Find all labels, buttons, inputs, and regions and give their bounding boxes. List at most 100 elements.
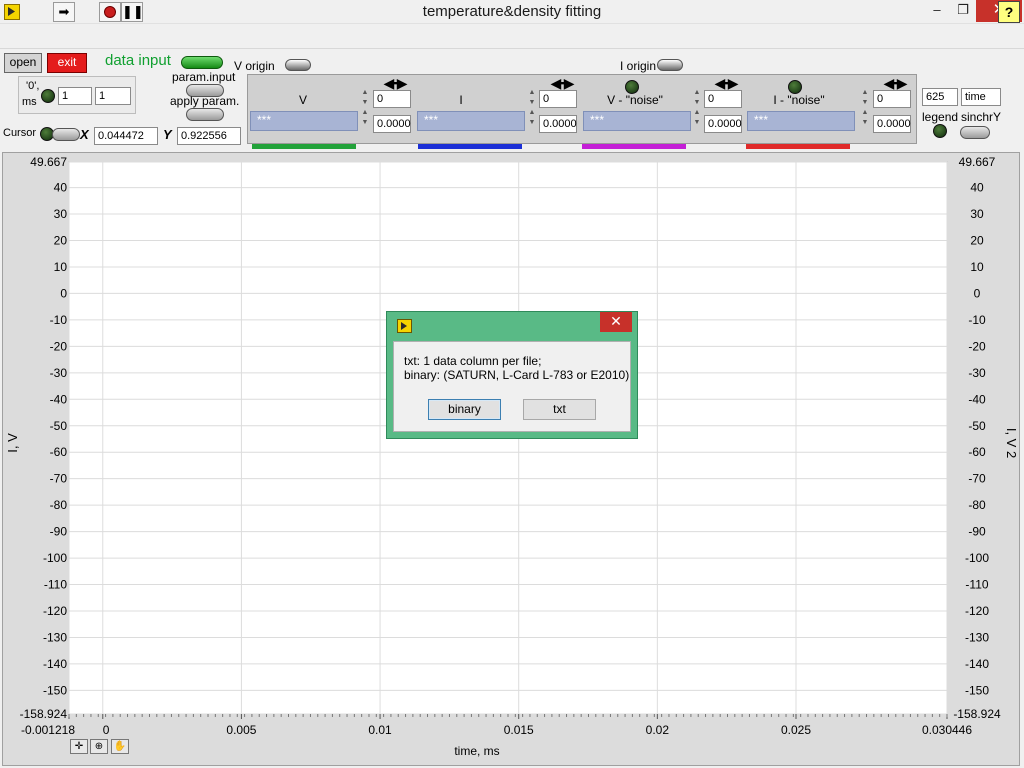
data-input-label: data input bbox=[105, 52, 171, 69]
dialog-close-button[interactable]: ✕ bbox=[600, 312, 632, 332]
spin-i[interactable]: ▲ ▼ ▲ ▼ bbox=[527, 88, 537, 132]
y-tick-left-label: 40 bbox=[54, 181, 68, 195]
y-tick-right-label: -158.924 bbox=[953, 707, 1001, 721]
y-tick-left-label: -10 bbox=[50, 313, 68, 327]
y-tick-left-label: -140 bbox=[43, 657, 67, 671]
y-tick-right-label: -50 bbox=[968, 419, 986, 433]
y-tick-right-label: 20 bbox=[970, 234, 984, 248]
zero-ms-led[interactable] bbox=[41, 89, 55, 103]
cursor-toggle[interactable] bbox=[52, 128, 80, 141]
y-tick-left-label: -110 bbox=[44, 578, 67, 592]
window-title: temperature&density fitting bbox=[422, 3, 602, 20]
y-tick-right-label: -110 bbox=[965, 578, 988, 592]
y-tick-right-label: -30 bbox=[968, 366, 986, 380]
labview-app-icon bbox=[4, 4, 20, 20]
x-axis-label: time, ms bbox=[454, 744, 499, 758]
time-points-field[interactable]: 625 bbox=[922, 88, 958, 106]
y-tick-left-label: -20 bbox=[50, 339, 68, 353]
y-tick-left-label: -90 bbox=[50, 525, 68, 539]
i-origin-switch[interactable] bbox=[657, 59, 683, 71]
apply-param-toggle[interactable] bbox=[186, 108, 224, 121]
channel-name-i: I bbox=[459, 93, 463, 107]
y-tick-left-label: -158.924 bbox=[20, 707, 68, 721]
y-tick-left-label: -80 bbox=[50, 498, 68, 512]
legend-led[interactable] bbox=[933, 124, 947, 138]
y-tick-left-label: -100 bbox=[43, 551, 67, 565]
x-tick-label: 0.01 bbox=[368, 723, 392, 737]
param-input-label: param.input bbox=[172, 70, 236, 84]
y-tick-right-label: -80 bbox=[968, 498, 986, 512]
y-tick-left-label: -130 bbox=[43, 630, 67, 644]
channel-bottom-field-i-noise[interactable]: 0.0000 bbox=[873, 115, 911, 133]
run-continuously-button[interactable]: ➡ bbox=[53, 2, 75, 22]
ms-label: ms bbox=[22, 96, 37, 108]
y-tick-right-label: 0 bbox=[974, 286, 981, 300]
pan-tool-icon[interactable]: ✋ bbox=[111, 739, 129, 754]
zero-ms-field-2[interactable]: 1 bbox=[95, 87, 131, 105]
y-tick-left-label: 0 bbox=[60, 286, 67, 300]
waveform-graph[interactable]: 49.667 40 30 20 10 0 -10 -20 -30 -40 -50 -60 -70 -80 -… bbox=[2, 152, 1020, 766]
channel-color-swatch-v bbox=[252, 144, 356, 149]
channel-bottom-field-i[interactable]: 0.0000 bbox=[539, 115, 577, 133]
channel-top-field-v-noise[interactable]: 0 bbox=[704, 90, 742, 108]
zero-ms-field-1[interactable]: 1 bbox=[58, 87, 92, 105]
x-tick-label: -0.001218 bbox=[21, 723, 75, 737]
x-tick-label: 0.015 bbox=[504, 723, 534, 737]
channel-bottom-field-v-noise[interactable]: 0.0000 bbox=[704, 115, 742, 133]
pause-button[interactable]: ❚❚ bbox=[121, 2, 144, 22]
y-tick-right-label: 40 bbox=[970, 181, 984, 195]
txt-button[interactable]: txt bbox=[523, 399, 596, 420]
y-tick-right-label: -60 bbox=[968, 445, 986, 459]
y-tick-right-label: -100 bbox=[965, 551, 989, 565]
cursor-label: Cursor bbox=[3, 127, 37, 139]
restore-button[interactable]: ❐ bbox=[950, 0, 976, 22]
y-tick-right-label: -20 bbox=[968, 339, 986, 353]
sinchry-toggle[interactable] bbox=[960, 126, 990, 139]
cursor-tool-icon[interactable]: ✛ bbox=[70, 739, 88, 754]
channel-bottom-field-v[interactable]: 0.0000 bbox=[373, 115, 411, 133]
y-axis-left-label: I, V bbox=[5, 433, 20, 453]
i-noise-led[interactable] bbox=[788, 80, 802, 94]
data-input-toggle[interactable] bbox=[181, 56, 223, 69]
y-tick-left-label: 49.667 bbox=[30, 155, 67, 169]
abort-execution-button[interactable] bbox=[99, 2, 121, 22]
y-tick-left-label: -30 bbox=[50, 366, 68, 380]
channel-top-field-i[interactable]: 0 bbox=[539, 90, 577, 108]
channel-name-i-noise: I - "noise" bbox=[773, 93, 825, 107]
channel-top-field-i-noise[interactable]: 0 bbox=[873, 90, 911, 108]
y-tick-right-label: -150 bbox=[965, 683, 989, 697]
minimize-button[interactable]: – bbox=[924, 0, 950, 22]
v-noise-led[interactable] bbox=[625, 80, 639, 94]
binary-button[interactable]: binary bbox=[428, 399, 501, 420]
y-tick-right-label: 10 bbox=[970, 260, 984, 274]
v-origin-switch[interactable] bbox=[285, 59, 311, 71]
cursor-y-field[interactable]: 0.922556 bbox=[177, 127, 241, 145]
graph-canvas[interactable]: 49.667 40 30 20 10 0 -10 -20 -30 -40 -50 -60 -70 -80 -… bbox=[3, 153, 1021, 767]
y-tick-left-label: 30 bbox=[54, 207, 68, 221]
cursor-x-field[interactable]: 0.044472 bbox=[94, 127, 158, 145]
spin-v-noise[interactable]: ▲ ▼ ▲ ▼ bbox=[692, 88, 702, 132]
sinchry-label: sinchrY bbox=[961, 110, 1002, 124]
channel-value-i: *** bbox=[417, 111, 525, 131]
i-origin-label: I origin bbox=[620, 59, 657, 73]
x-tick-label: 0.02 bbox=[646, 723, 670, 737]
y-tick-left-label: -40 bbox=[50, 392, 68, 406]
spin-i-noise[interactable]: ▲ ▼ ▲ ▼ bbox=[860, 88, 870, 132]
open-button[interactable]: open bbox=[4, 53, 42, 73]
channel-value-i-noise: *** bbox=[747, 111, 855, 131]
dialog-message-line-1: txt: 1 data column per file; bbox=[404, 354, 542, 368]
spin-v[interactable]: ▲ ▼ ▲ ▼ bbox=[360, 88, 370, 132]
time-field[interactable]: time bbox=[961, 88, 1001, 106]
channel-strip bbox=[247, 74, 917, 144]
exit-button[interactable]: exit bbox=[47, 53, 87, 73]
context-help-button[interactable]: ? bbox=[998, 1, 1020, 23]
y-axis-right-label: I, V 2 bbox=[1004, 428, 1019, 458]
channel-color-swatch-i-noise bbox=[746, 144, 850, 149]
dialog-app-icon bbox=[397, 319, 412, 333]
legend-label: legend bbox=[922, 110, 959, 124]
y-tick-left-label: -150 bbox=[43, 683, 67, 697]
apply-param-label: apply param. bbox=[170, 94, 240, 108]
y-tick-left-label: -50 bbox=[50, 419, 68, 433]
x-tick-label: 0.030446 bbox=[922, 723, 972, 737]
zoom-tool-icon[interactable]: ⊕ bbox=[90, 739, 108, 754]
